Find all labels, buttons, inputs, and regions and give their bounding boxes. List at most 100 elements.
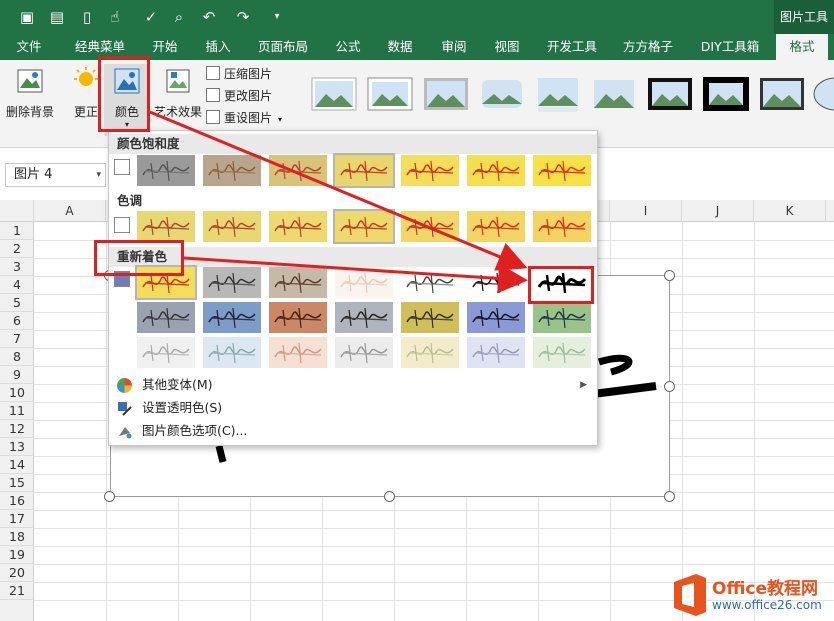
color-swatch[interactable] — [137, 211, 195, 242]
color-swatch[interactable] — [335, 337, 393, 368]
row-header[interactable]: 13 — [0, 438, 34, 456]
customize-qat-icon[interactable]: ▾ — [266, 6, 288, 28]
remove-background-button[interactable]: 删除背景 — [4, 64, 56, 136]
tab-file[interactable]: 文件 — [6, 34, 52, 60]
tab-view[interactable]: 视图 — [485, 34, 529, 60]
color-swatch[interactable] — [533, 211, 591, 242]
row-header[interactable]: 7 — [0, 330, 34, 348]
reset-picture-button[interactable]: 重设图片 ▾ — [206, 108, 282, 128]
menu-more-variants[interactable]: 其他变体(M) ▶ — [109, 374, 597, 396]
row-header[interactable]: 17 — [0, 510, 34, 528]
color-swatch[interactable] — [137, 337, 195, 368]
row-header[interactable]: 21 — [0, 582, 34, 600]
tab-page-layout[interactable]: 页面布局 — [250, 34, 316, 60]
row-header[interactable]: 15 — [0, 474, 34, 492]
row-header[interactable]: 11 — [0, 402, 34, 420]
resize-handle[interactable] — [664, 491, 675, 502]
color-swatch[interactable] — [533, 155, 591, 186]
resize-handle[interactable] — [664, 270, 675, 281]
color-swatch[interactable] — [333, 153, 395, 188]
picture-style-thumb[interactable] — [422, 74, 470, 114]
color-swatch[interactable] — [401, 155, 459, 186]
save-icon[interactable]: ▣ — [16, 6, 38, 28]
print-preview-icon[interactable]: ⌕ — [168, 6, 190, 28]
picture-style-thumb[interactable] — [366, 74, 414, 114]
row-header[interactable]: 6 — [0, 312, 34, 330]
picture-style-thumb[interactable] — [646, 74, 694, 114]
undo-icon[interactable]: ↶ — [198, 6, 220, 28]
color-swatch[interactable] — [467, 337, 525, 368]
touch-mode-icon[interactable]: ☝ — [104, 6, 126, 28]
row-header[interactable]: 8 — [0, 348, 34, 366]
tab-fangfang[interactable]: 方方格子 — [614, 34, 682, 60]
color-swatch[interactable] — [203, 337, 261, 368]
tab-format[interactable]: 格式 — [776, 34, 828, 60]
row-header[interactable]: 16 — [0, 492, 34, 510]
color-swatch[interactable] — [401, 337, 459, 368]
row-header[interactable]: 5 — [0, 294, 34, 312]
color-swatch[interactable] — [467, 155, 525, 186]
row-header[interactable]: 10 — [0, 384, 34, 402]
color-swatch[interactable] — [533, 337, 591, 368]
row-header[interactable]: 3 — [0, 258, 34, 276]
row-header[interactable]: 1 — [0, 222, 34, 240]
row-header[interactable]: 4 — [0, 276, 34, 294]
resize-handle[interactable] — [104, 491, 115, 502]
column-header[interactable]: I — [610, 200, 682, 222]
resize-handle[interactable] — [664, 381, 675, 392]
menu-picture-color-options[interactable]: 图片颜色选项(C)... — [109, 420, 597, 442]
row-header[interactable]: 2 — [0, 240, 34, 258]
tab-formulas[interactable]: 公式 — [326, 34, 370, 60]
row-header[interactable]: 9 — [0, 366, 34, 384]
row-header[interactable]: 12 — [0, 420, 34, 438]
picture-style-thumb[interactable] — [702, 74, 750, 114]
row-header[interactable]: 19 — [0, 546, 34, 564]
color-swatch[interactable] — [269, 267, 327, 298]
open-folder-icon[interactable]: ▤ — [46, 6, 68, 28]
column-header[interactable]: K — [754, 200, 826, 222]
picture-style-thumb[interactable] — [590, 74, 638, 114]
column-header[interactable]: J — [682, 200, 754, 222]
change-picture-button[interactable]: 更改图片 — [206, 86, 272, 106]
column-header[interactable]: A — [34, 200, 106, 222]
picture-style-thumb[interactable] — [534, 74, 582, 114]
color-swatch[interactable] — [467, 211, 525, 242]
row-header[interactable]: 20 — [0, 564, 34, 582]
picture-style-thumb[interactable] — [758, 74, 806, 114]
color-swatch[interactable] — [335, 302, 393, 333]
tab-diy-toolbox[interactable]: DIY工具箱 — [694, 34, 766, 60]
row-header[interactable]: 14 — [0, 456, 34, 474]
menu-set-transparent-color[interactable]: 设置透明色(S) — [109, 397, 597, 419]
tab-insert[interactable]: 插入 — [196, 34, 240, 60]
picture-style-thumb[interactable] — [812, 74, 834, 114]
row-header[interactable]: 18 — [0, 528, 34, 546]
color-swatch[interactable] — [401, 267, 459, 298]
picture-style-thumb[interactable] — [310, 74, 358, 114]
color-swatch[interactable] — [467, 302, 525, 333]
color-swatch[interactable] — [203, 302, 261, 333]
tab-developer[interactable]: 开发工具 — [538, 34, 606, 60]
color-swatch[interactable] — [203, 211, 261, 242]
color-swatch[interactable] — [203, 155, 261, 186]
color-swatch[interactable] — [467, 267, 525, 298]
color-swatch[interactable] — [533, 302, 591, 333]
spellcheck-icon[interactable]: ✓ — [140, 6, 162, 28]
color-swatch[interactable] — [137, 155, 195, 186]
name-box[interactable]: 图片 4 ▾ — [5, 163, 106, 187]
picture-style-thumb[interactable] — [478, 74, 526, 114]
color-swatch[interactable] — [333, 209, 395, 244]
tab-data[interactable]: 数据 — [378, 34, 422, 60]
new-file-icon[interactable]: ▯ — [76, 6, 98, 28]
compress-pictures-button[interactable]: 压缩图片 — [206, 64, 272, 84]
color-swatch[interactable] — [401, 302, 459, 333]
color-swatch[interactable] — [137, 302, 195, 333]
color-swatch[interactable] — [401, 211, 459, 242]
color-swatch[interactable] — [203, 267, 261, 298]
select-all-corner[interactable] — [0, 200, 34, 222]
color-swatch[interactable] — [269, 302, 327, 333]
tab-review[interactable]: 审阅 — [432, 34, 476, 60]
color-swatch[interactable] — [335, 267, 393, 298]
color-swatch[interactable] — [269, 211, 327, 242]
redo-icon[interactable]: ↷ — [232, 6, 254, 28]
artistic-effects-button[interactable]: 艺术效果 — [152, 64, 204, 136]
